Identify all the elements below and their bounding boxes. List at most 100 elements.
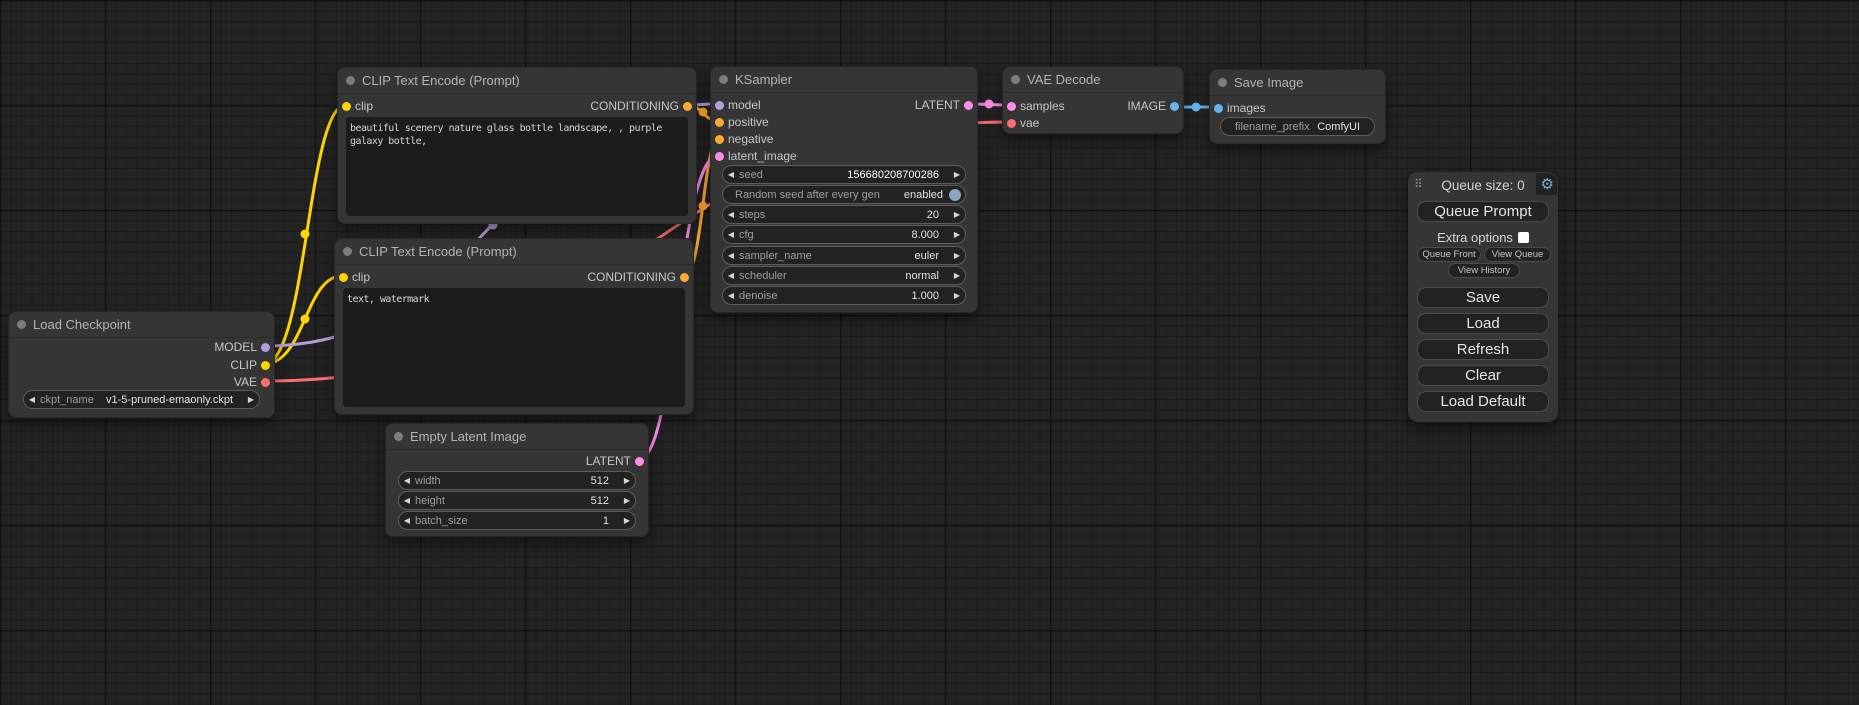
- arrow-left-icon[interactable]: ◀: [723, 251, 739, 260]
- arrow-left-icon[interactable]: ◀: [399, 476, 415, 485]
- arrow-left-icon[interactable]: ◀: [399, 496, 415, 505]
- vae-input-dot[interactable]: [1007, 119, 1016, 128]
- collapse-dot-icon[interactable]: [1011, 75, 1020, 84]
- width-widget[interactable]: ◀ width 512 ▶: [398, 471, 636, 490]
- scheduler-widget[interactable]: ◀ scheduler normal ▶: [722, 266, 966, 285]
- node-title[interactable]: Empty Latent Image: [386, 424, 648, 450]
- arrow-right-icon[interactable]: ▶: [619, 496, 635, 505]
- node-empty-latent-image[interactable]: Empty Latent Image LATENT ◀ width 512 ▶ …: [385, 423, 649, 537]
- cfg-widget[interactable]: ◀ cfg 8.000 ▶: [722, 225, 966, 244]
- input-slot-clip: clip: [355, 98, 373, 114]
- batch-size-widget[interactable]: ◀ batch_size 1 ▶: [398, 511, 636, 530]
- arrow-left-icon[interactable]: ◀: [24, 395, 40, 404]
- node-clip-text-encode-positive[interactable]: CLIP Text Encode (Prompt) clip CONDITION…: [337, 67, 697, 224]
- steps-widget[interactable]: ◀ steps 20 ▶: [722, 205, 966, 224]
- arrow-right-icon[interactable]: ▶: [949, 230, 965, 239]
- load-default-button[interactable]: Load Default: [1417, 391, 1549, 412]
- arrow-left-icon[interactable]: ◀: [723, 170, 739, 179]
- node-title[interactable]: CLIP Text Encode (Prompt): [338, 68, 696, 94]
- collapse-dot-icon[interactable]: [394, 432, 403, 441]
- clear-button[interactable]: Clear: [1417, 365, 1549, 386]
- clip-output-dot[interactable]: [261, 361, 270, 370]
- node-title[interactable]: Load Checkpoint: [9, 312, 274, 338]
- latent-output-dot[interactable]: [964, 101, 973, 110]
- sampler-name-widget[interactable]: ◀ sampler_name euler ▶: [722, 246, 966, 265]
- save-button[interactable]: Save: [1417, 287, 1549, 308]
- view-queue-button[interactable]: View Queue: [1484, 247, 1551, 262]
- negative-prompt-textarea[interactable]: text, watermark: [343, 288, 685, 407]
- collapse-dot-icon[interactable]: [17, 320, 26, 329]
- random-seed-toggle-widget[interactable]: Random seed after every gen enabled: [722, 185, 966, 204]
- model-output-dot[interactable]: [261, 343, 270, 352]
- view-history-button[interactable]: View History: [1448, 263, 1520, 278]
- refresh-button[interactable]: Refresh: [1417, 339, 1549, 360]
- queue-panel: ⠿ Queue size: 0 ⚙ Queue Prompt Extra opt…: [1408, 172, 1558, 422]
- arrow-right-icon[interactable]: ▶: [619, 476, 635, 485]
- output-slot-vae: VAE: [234, 374, 257, 390]
- queue-prompt-button[interactable]: Queue Prompt: [1417, 201, 1549, 222]
- image-output-dot[interactable]: [1170, 102, 1179, 111]
- latent-image-input-dot[interactable]: [715, 152, 724, 161]
- positive-input-dot[interactable]: [715, 118, 724, 127]
- node-title[interactable]: KSampler: [711, 67, 977, 93]
- arrow-right-icon[interactable]: ▶: [949, 271, 965, 280]
- collapse-dot-icon[interactable]: [1218, 78, 1227, 87]
- samples-input-dot[interactable]: [1007, 102, 1016, 111]
- arrow-left-icon[interactable]: ◀: [723, 230, 739, 239]
- negative-input-dot[interactable]: [715, 135, 724, 144]
- node-title-text: CLIP Text Encode (Prompt): [362, 73, 520, 88]
- clip-input-dot[interactable]: [342, 102, 351, 111]
- latent-output-dot[interactable]: [635, 457, 644, 466]
- queue-size-label: Queue size: 0: [1408, 178, 1558, 193]
- collapse-dot-icon[interactable]: [719, 75, 728, 84]
- input-slot-model: model: [728, 97, 761, 113]
- model-input-dot[interactable]: [715, 101, 724, 110]
- collapse-dot-icon[interactable]: [343, 247, 352, 256]
- seed-widget[interactable]: ◀ seed 156680208700286 ▶: [722, 165, 966, 184]
- arrow-right-icon[interactable]: ▶: [949, 170, 965, 179]
- load-button[interactable]: Load: [1417, 313, 1549, 334]
- node-clip-text-encode-negative[interactable]: CLIP Text Encode (Prompt) clip CONDITION…: [334, 238, 694, 415]
- toggle-circle-icon[interactable]: [949, 189, 961, 201]
- arrow-right-icon[interactable]: ▶: [243, 395, 259, 404]
- arrow-right-icon[interactable]: ▶: [949, 251, 965, 260]
- queue-front-button[interactable]: Queue Front: [1417, 247, 1481, 262]
- arrow-right-icon[interactable]: ▶: [949, 291, 965, 300]
- extra-options-checkbox[interactable]: [1518, 232, 1529, 243]
- denoise-widget[interactable]: ◀ denoise 1.000 ▶: [722, 286, 966, 305]
- node-title-text: Load Checkpoint: [33, 317, 131, 332]
- arrow-left-icon[interactable]: ◀: [723, 210, 739, 219]
- output-slot-clip: CLIP: [230, 357, 257, 373]
- arrow-left-icon[interactable]: ◀: [399, 516, 415, 525]
- ckpt-name-widget[interactable]: ◀ ckpt_name v1-5-pruned-emaonly.ckpt ▶: [23, 390, 260, 409]
- node-title-text: CLIP Text Encode (Prompt): [359, 244, 517, 259]
- clip-input-dot[interactable]: [339, 273, 348, 282]
- node-title[interactable]: VAE Decode: [1003, 67, 1183, 93]
- node-title-text: Save Image: [1234, 75, 1303, 90]
- output-slot-conditioning: CONDITIONING: [590, 98, 679, 114]
- arrow-left-icon[interactable]: ◀: [723, 271, 739, 280]
- node-save-image[interactable]: Save Image images filename_prefix ComfyU…: [1209, 69, 1386, 144]
- node-graph-canvas[interactable]: Load Checkpoint MODEL CLIP VAE ◀ ckpt_na…: [0, 0, 1859, 705]
- arrow-right-icon[interactable]: ▶: [619, 516, 635, 525]
- filename-prefix-widget[interactable]: filename_prefix ComfyUI: [1220, 117, 1375, 136]
- node-ksampler[interactable]: KSampler model positive negative latent_…: [710, 66, 978, 313]
- gear-icon[interactable]: ⚙: [1541, 175, 1554, 193]
- node-title-text: KSampler: [735, 72, 792, 87]
- node-vae-decode[interactable]: VAE Decode samples vae IMAGE: [1002, 66, 1184, 134]
- images-input-dot[interactable]: [1214, 104, 1223, 113]
- height-widget[interactable]: ◀ height 512 ▶: [398, 491, 636, 510]
- arrow-left-icon[interactable]: ◀: [723, 291, 739, 300]
- conditioning-output-dot[interactable]: [680, 273, 689, 282]
- node-load-checkpoint[interactable]: Load Checkpoint MODEL CLIP VAE ◀ ckpt_na…: [8, 311, 275, 418]
- vae-output-dot[interactable]: [261, 378, 270, 387]
- collapse-dot-icon[interactable]: [346, 76, 355, 85]
- node-title[interactable]: CLIP Text Encode (Prompt): [335, 239, 693, 265]
- node-title[interactable]: Save Image: [1210, 70, 1385, 96]
- input-slot-samples: samples: [1020, 98, 1065, 114]
- conditioning-output-dot[interactable]: [683, 102, 692, 111]
- positive-prompt-textarea[interactable]: beautiful scenery nature glass bottle la…: [346, 117, 688, 216]
- input-slot-vae: vae: [1020, 115, 1039, 131]
- input-slot-positive: positive: [728, 114, 769, 130]
- arrow-right-icon[interactable]: ▶: [949, 210, 965, 219]
